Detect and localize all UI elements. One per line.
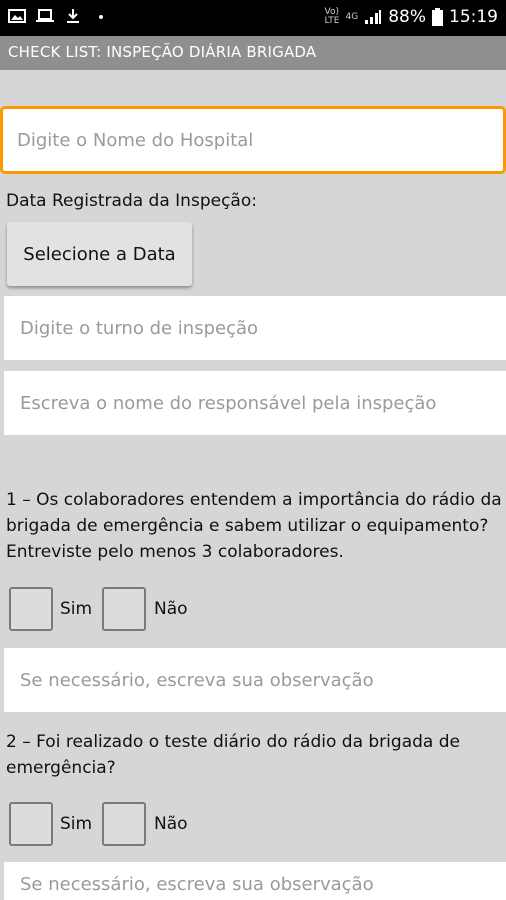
question-2-no-checkbox[interactable] [102, 802, 146, 846]
question-2-yes-label: Sim [60, 814, 93, 834]
responsible-input[interactable]: Escreva o nome do responsável pela inspe… [4, 371, 506, 435]
shift-input[interactable]: Digite o turno de inspeção [4, 296, 506, 360]
signal-icon [365, 10, 382, 24]
laptop-icon [36, 9, 54, 22]
download-icon [67, 9, 79, 23]
question-1-no-checkbox[interactable] [102, 587, 146, 631]
question-2-yes-checkbox[interactable] [9, 802, 53, 846]
select-date-button[interactable]: Selecione a Data [7, 222, 192, 286]
system-status: Vo) LTE 4G 88% 15:19 [325, 7, 498, 27]
volte-indicator: Vo) LTE [324, 7, 340, 26]
app-bar: CHECK LIST: INSPEÇÃO DIÁRIA BRIGADA [0, 36, 506, 70]
question-1-line-3: Entreviste pelo menos 3 colaboradores. [6, 542, 344, 562]
battery-percent: 88% [388, 7, 426, 27]
question-1-line-1: 1 – Os colaboradores entendem a importân… [6, 490, 502, 510]
dot-icon [99, 15, 103, 19]
question-2-text: 2 – Foi realizado o teste diário do rádi… [6, 729, 506, 781]
question-1-line-2: brigada de emergência e sabem utilizar o… [6, 516, 489, 536]
shift-placeholder: Digite o turno de inspeção [20, 317, 259, 339]
question-2-line-1: 2 – Foi realizado o teste diário do rádi… [6, 732, 460, 752]
question-1-observation-placeholder: Se necessário, escreva sua observação [20, 669, 374, 691]
question-2-observation-input[interactable]: Se necessário, escreva sua observação [4, 862, 506, 900]
status-bar: Vo) LTE 4G 88% 15:19 [0, 0, 506, 36]
image-icon [8, 9, 26, 23]
question-2-no-label: Não [154, 814, 188, 834]
network-type: 4G [345, 11, 359, 22]
question-1-no-label: Não [154, 599, 188, 619]
notification-icons [8, 8, 110, 24]
responsible-placeholder: Escreva o nome do responsável pela inspe… [20, 392, 437, 414]
battery-icon [432, 8, 443, 26]
hospital-name-placeholder: Digite o Nome do Hospital [17, 129, 254, 151]
question-1-text: 1 – Os colaboradores entendem a importân… [6, 487, 506, 565]
question-1-observation-input[interactable]: Se necessário, escreva sua observação [4, 648, 506, 712]
question-1-yes-checkbox[interactable] [9, 587, 53, 631]
hospital-name-input[interactable]: Digite o Nome do Hospital [0, 106, 506, 174]
date-label: Data Registrada da Inspeção: [6, 191, 257, 211]
clock: 15:19 [449, 7, 498, 27]
app-title: CHECK LIST: INSPEÇÃO DIÁRIA BRIGADA [8, 43, 317, 61]
question-2-line-2: emergência? [6, 758, 116, 778]
question-1-yes-label: Sim [60, 599, 93, 619]
question-2-observation-placeholder: Se necessário, escreva sua observação [20, 874, 374, 895]
